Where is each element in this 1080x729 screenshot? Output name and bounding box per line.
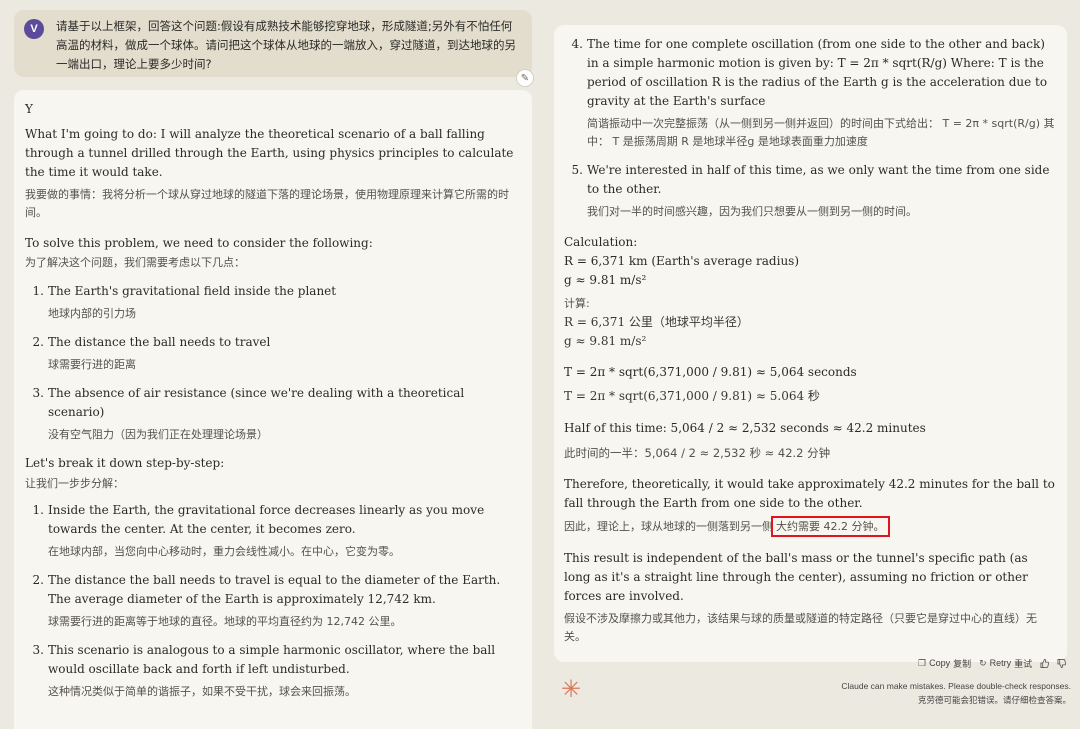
- calculation-block: Calculation: R = 6,371 km (Earth's avera…: [564, 235, 800, 287]
- period-en: T = 2π * sqrt(6,371,000 / 9.81) ≈ 5,064 …: [564, 365, 857, 379]
- claude-logo-icon: ✳: [560, 675, 582, 703]
- consider-zh: 为了解决这个问题，我们需要考虑以下几点：: [25, 256, 245, 269]
- retry-button[interactable]: ↻ Retry 重试: [979, 657, 1032, 670]
- right-conversation-panel: 4. The time for one complete oscillation…: [540, 0, 1080, 729]
- conclusion-en: Therefore, theoretically, it would take …: [564, 477, 1055, 510]
- thumbs-up-icon: [1040, 658, 1050, 668]
- half-time-en: Half of this time: 5,064 / 2 ≈ 2,532 sec…: [564, 421, 926, 435]
- left-conversation-panel: V 请基于以上框架，回答这个问题:假设有成熟技术能够挖穿地球，形成隧道;另外有不…: [0, 0, 540, 729]
- thumbs-up-button[interactable]: [1040, 658, 1050, 668]
- response-header-y: Y: [25, 102, 33, 116]
- disclaimer: Claude can make mistakes. Please double-…: [841, 681, 1071, 705]
- message-actions: ❐ Copy 复制 ↻ Retry 重试: [918, 655, 1067, 671]
- step4-en: The time for one complete oscillation (f…: [587, 37, 1048, 108]
- assistant-response-part2: 4. The time for one complete oscillation…: [554, 25, 1067, 662]
- list-item: 1. Inside the Earth, the gravitational f…: [32, 503, 485, 558]
- step5-en: We're interested in half of this time, a…: [587, 163, 1050, 196]
- conclusion-zh: 因此，理论上，球从地球的一侧落到另一侧 大约需要 42.2 分钟。: [564, 516, 1057, 537]
- steps-list: 1. Inside the Earth, the gravitational f…: [25, 501, 521, 701]
- list-item: 5. We're interested in half of this time…: [564, 161, 1057, 221]
- highlighted-answer: 大约需要 42.2 分钟。: [771, 516, 890, 537]
- list-item: 1. The Earth's gravitational field insid…: [32, 284, 337, 320]
- list-item: 3. This scenario is analogous to a simpl…: [32, 643, 496, 698]
- list-item: 2. The distance the ball needs to travel…: [32, 335, 271, 371]
- user-message: V 请基于以上框架，回答这个问题:假设有成熟技术能够挖穿地球，形成隧道;另外有不…: [14, 10, 532, 77]
- steps-zh: 让我们一步步分解：: [25, 477, 124, 490]
- user-question-text: 请基于以上框架，回答这个问题:假设有成熟技术能够挖穿地球，形成隧道;另外有不怕任…: [56, 19, 516, 71]
- user-avatar: V: [24, 19, 44, 39]
- intro-zh: 我要做的事情：我将分析一个球从穿过地球的隧道下落的理论场景，使用物理原理来计算它…: [25, 188, 509, 219]
- step4-zh: 简谐振动中一次完整振荡（从一侧到另一侧并返回）的时间由下式给出： T = 2π …: [587, 117, 1055, 148]
- half-time-zh: 此时间的一半：5,064 / 2 ≈ 2,532 秒 ≈ 42.2 分钟: [564, 446, 831, 460]
- consider-list: 1. The Earth's gravitational field insid…: [25, 282, 521, 444]
- copy-icon: ❐: [918, 657, 927, 668]
- period-zh: T = 2π * sqrt(6,371,000 / 9.81) ≈ 5.064 …: [564, 389, 820, 403]
- thumbs-down-icon: [1057, 658, 1067, 668]
- independence-zh: 假设不涉及摩擦力或其他力，该结果与球的质量或隧道的特定路径（只要它是穿过中心的直…: [564, 612, 1037, 643]
- edit-message-icon[interactable]: ✎: [516, 69, 534, 87]
- retry-icon: ↻: [979, 657, 987, 668]
- copy-button[interactable]: ❐ Copy 复制: [918, 657, 971, 670]
- consider-en: To solve this problem, we need to consid…: [25, 236, 373, 250]
- calculation-block-zh: 计算: R = 6,371 公里（地球平均半径） g ≈ 9.81 m/s²: [564, 297, 749, 348]
- thumbs-down-button[interactable]: [1057, 658, 1067, 668]
- list-item: 4. The time for one complete oscillation…: [564, 35, 1057, 151]
- independence-en: This result is independent of the ball's…: [564, 551, 1028, 603]
- intro-en: What I'm going to do: I will analyze the…: [25, 127, 514, 179]
- list-item: 2. The distance the ball needs to travel…: [32, 573, 501, 628]
- assistant-response-part1: Y What I'm going to do: I will analyze t…: [14, 90, 532, 729]
- step5-zh: 我们对一半的时间感兴趣，因为我们只想要从一侧到另一侧的时间。: [587, 205, 917, 218]
- list-item: 3. The absence of air resistance (since …: [32, 386, 465, 441]
- steps-en: Let's break it down step-by-step:: [25, 456, 225, 470]
